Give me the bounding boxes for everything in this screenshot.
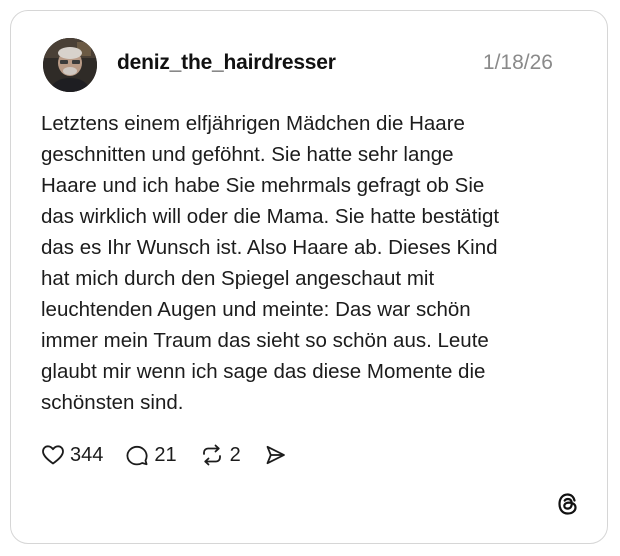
post-card: deniz_the_hairdresser 1/18/26 Letztens e… (10, 10, 608, 544)
reply-count: 21 (154, 443, 177, 466)
like-count: 344 (70, 443, 104, 466)
send-icon (266, 445, 285, 465)
avatar-photo-icon (43, 38, 97, 92)
post-actions-bar: 344 21 2 (41, 441, 309, 469)
avatar[interactable] (43, 38, 97, 92)
comment-icon (126, 445, 148, 466)
repost-icon (202, 444, 221, 466)
author-username[interactable]: deniz_the_hairdresser (117, 51, 336, 75)
reply-button[interactable]: 21 (125, 443, 177, 467)
post-date: 1/18/26 (482, 51, 553, 74)
repost-button[interactable]: 2 (199, 443, 241, 467)
like-button[interactable]: 344 (41, 443, 103, 467)
heart-icon (42, 445, 64, 465)
repost-count: 2 (229, 443, 241, 466)
share-button[interactable] (263, 443, 287, 467)
threads-logo-icon[interactable] (555, 491, 581, 517)
post-body-text: Letztens einem elfjährigen Mädchen die H… (41, 112, 500, 414)
